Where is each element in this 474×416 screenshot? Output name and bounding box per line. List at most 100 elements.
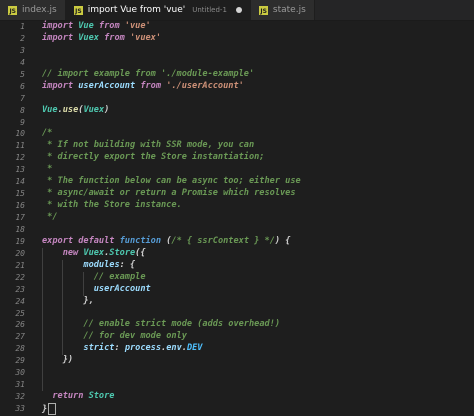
code-line[interactable]: 27 // for dev mode only: [0, 331, 474, 344]
code-token: /* { ssrContext } */: [171, 235, 275, 246]
code-line[interactable]: 13 *: [0, 164, 474, 176]
code-line[interactable]: 14 * The function below can be async too…: [0, 176, 474, 188]
code-line[interactable]: 19 export default function (/* { ssrConte…: [0, 236, 474, 248]
code-line[interactable]: 21 modules: {: [0, 259, 474, 272]
code-text: userAccount: [42, 284, 151, 296]
code-line[interactable]: 24 },: [0, 295, 474, 308]
line-number: 29: [15, 356, 25, 366]
line-number: 16: [15, 201, 25, 211]
code-token: export: [42, 235, 79, 246]
code-token: * If not building with SSR mode, you can: [42, 140, 255, 151]
code-line[interactable]: 11 * If not building with SSR mode, you …: [0, 140, 474, 152]
code-token: function: [119, 235, 167, 246]
code-line[interactable]: 3: [0, 45, 474, 57]
line-number: 1: [20, 22, 25, 31]
code-text: export default function (/* { ssrContext…: [42, 236, 290, 248]
code-token: * The function below can be async too; e…: [42, 176, 301, 187]
code-text: // for dev mode only: [42, 331, 187, 343]
code-text: }: [42, 403, 57, 416]
code-line[interactable]: 7: [0, 93, 474, 105]
line-number: 18: [15, 224, 25, 234]
code-line[interactable]: 1 import Vue from 'vue': [0, 21, 474, 33]
code-text: /*: [42, 128, 52, 140]
code-line[interactable]: 26 // enable strict mode (adds overhead!…: [0, 319, 474, 332]
line-number: 32: [15, 392, 25, 402]
tab-1[interactable]: JS index.js: [0, 0, 66, 20]
code-line[interactable]: 2 import Vuex from 'vuex': [0, 33, 474, 45]
code-line[interactable]: 32 return Store: [0, 391, 474, 403]
line-number: 8: [20, 105, 25, 115]
tab-3[interactable]: JS state.js: [250, 0, 315, 20]
code-token: from: [104, 32, 130, 43]
tab-label: state.js: [272, 5, 306, 15]
code-line[interactable]: 22 // example: [0, 271, 474, 284]
code-text: import Vue from 'vue': [42, 21, 151, 33]
line-number: 10: [15, 129, 25, 139]
indent-guide: [42, 379, 43, 392]
code-editor[interactable]: 1 import Vue from 'vue' 2 import Vuex from …: [0, 21, 474, 415]
code-token: modules: [83, 259, 120, 270]
code-text: * The function below can be async too; e…: [42, 176, 301, 188]
tab-2[interactable]: JS import Vue from 'vue' Untitled-1: [65, 0, 251, 20]
code-token: import: [42, 32, 79, 43]
code-token: userAccount: [93, 283, 151, 294]
line-number: 12: [15, 153, 25, 163]
code-token: Store: [109, 247, 136, 258]
line-number: 13: [15, 165, 25, 175]
code-line[interactable]: 16 * with the Store instance.: [0, 200, 474, 212]
code-token: : {: [119, 259, 136, 270]
code-line[interactable]: 25: [0, 307, 474, 320]
code-line[interactable]: 17 */: [0, 212, 474, 224]
code-text: */: [42, 212, 57, 224]
code-line[interactable]: 15 * async/await or return a Promise whi…: [0, 188, 474, 200]
tab-label: import Vue from 'vue': [87, 5, 186, 15]
code-line[interactable]: 31: [0, 379, 474, 392]
code-line[interactable]: 28 strict: process.env.DEV: [0, 343, 474, 356]
code-line[interactable]: 10 /*: [0, 128, 474, 140]
code-line[interactable]: 5 // import example from './module-exampl…: [0, 69, 474, 81]
line-number: 7: [20, 93, 25, 103]
code-token: import: [42, 21, 79, 31]
line-number: 9: [20, 117, 25, 127]
code-token: from: [98, 21, 125, 31]
code-line[interactable]: 23 userAccount: [0, 283, 474, 296]
line-number: 4: [20, 57, 25, 67]
code-text: // enable strict mode (adds overhead!): [42, 319, 280, 331]
code-token: './userAccount': [166, 80, 244, 91]
code-token: import: [42, 80, 79, 91]
line-number: 31: [15, 380, 25, 390]
line-number: 14: [15, 177, 25, 187]
code-token: * directly export the Store instantiatio…: [42, 152, 265, 163]
code-line[interactable]: 6 import userAccount from './userAccount': [0, 81, 474, 93]
unsaved-dot-icon[interactable]: [235, 7, 242, 13]
editor-window: JS index.js JS import Vue from 'vue' Untitle…: [0, 0, 474, 415]
code-token: ({: [135, 247, 146, 258]
javascript-file-icon: JS: [258, 5, 268, 15]
code-token: :: [114, 343, 125, 354]
line-number: 26: [15, 320, 25, 330]
line-number: 22: [15, 272, 25, 282]
code-token: strict: [83, 343, 115, 354]
code-token: env: [166, 343, 182, 354]
code-line[interactable]: 18: [0, 224, 474, 236]
code-token: * async/await or return a Promise which …: [42, 188, 296, 199]
code-line[interactable]: 30: [0, 367, 474, 380]
code-line[interactable]: 29 }): [0, 355, 474, 368]
code-line[interactable]: 9: [0, 117, 474, 129]
code-text: return Store: [42, 391, 114, 403]
code-line[interactable]: 4: [0, 57, 474, 69]
code-token: // for dev mode only: [83, 331, 187, 342]
line-number: 5: [20, 69, 25, 79]
code-token: ): [104, 104, 110, 115]
code-line[interactable]: 20 new Vuex.Store({: [0, 247, 474, 260]
code-line[interactable]: 8 Vue.use(Vuex): [0, 105, 474, 117]
code-text: * async/await or return a Promise which …: [42, 188, 296, 200]
code-line[interactable]: 12 * directly export the Store instantia…: [0, 152, 474, 164]
code-token: from: [140, 80, 167, 91]
